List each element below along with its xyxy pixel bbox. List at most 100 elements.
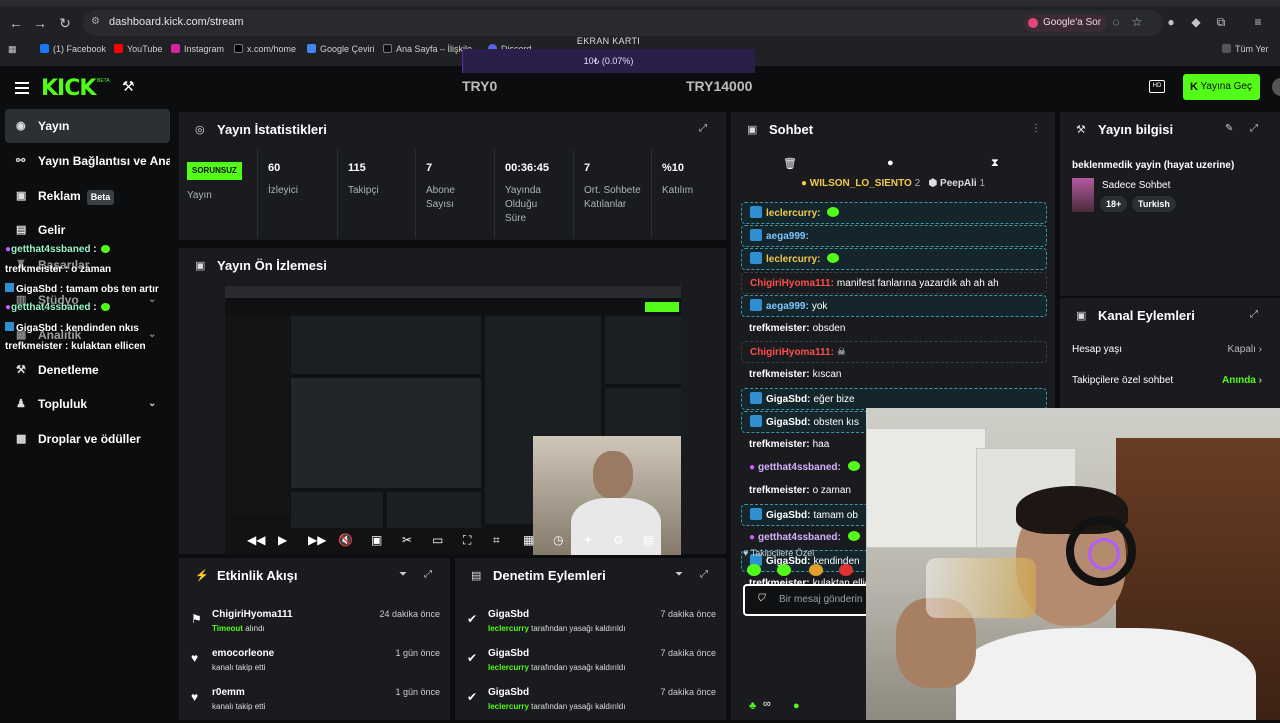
chat-message[interactable]: trefkmeister:obsden [741, 318, 1047, 340]
crop-icon[interactable]: ⌗ [493, 533, 500, 548]
chat-message[interactable]: leclercurry: [741, 248, 1047, 270]
tools-icon[interactable]: ⚒ [122, 78, 135, 95]
go-live-button[interactable]: KYayına Geç [1183, 74, 1260, 100]
rewind-icon[interactable]: ◀◀ [247, 533, 265, 547]
moderation-user[interactable]: GigaSbd [488, 648, 529, 659]
extension-2-icon[interactable]: ◆ [1188, 14, 1204, 30]
url-text[interactable]: dashboard.kick.com/stream [109, 16, 244, 28]
chat-username[interactable]: GigaSbd: [766, 417, 810, 428]
sidebar-item-community[interactable]: ♟Topluluk⌄ [5, 387, 170, 421]
stream-category[interactable]: Sadece Sohbet [1102, 180, 1170, 191]
apps-icon[interactable]: ▦ [8, 44, 17, 55]
sidebar-item-moderation[interactable]: ⚒Denetleme [5, 353, 170, 387]
camera-icon[interactable]: ▣ [371, 533, 382, 547]
user-avatar[interactable] [1272, 78, 1280, 96]
bookmark-instagram[interactable]: Instagram [171, 44, 224, 54]
chat-username[interactable]: aega999: [766, 301, 809, 312]
reload-icon[interactable]: ↻ [55, 13, 75, 33]
filter-icon[interactable]: ⏷ [675, 569, 683, 580]
chat-message[interactable]: ChigiriHyoma111:manifest fanlarına yazar… [741, 272, 1047, 294]
sidebar-item-revenue[interactable]: ▤Gelir [5, 213, 170, 247]
fullscreen-icon[interactable]: ⛶ [463, 533, 471, 548]
bookmark-x[interactable]: x.com/home [234, 44, 296, 54]
expand-icon[interactable]: ⤢ [700, 569, 708, 580]
chat-username[interactable]: leclercurry: [766, 254, 820, 265]
menu-icon[interactable]: ≡ [1250, 14, 1266, 30]
forward-icon[interactable]: ▶▶ [308, 533, 326, 547]
mute-icon[interactable]: 🔇 [338, 533, 353, 547]
chat-username[interactable]: leclercurry: [766, 208, 820, 219]
google-ask-button[interactable]: Google'a Sor [1023, 14, 1107, 32]
settings-icon[interactable]: ⚙ [613, 533, 624, 547]
bookmark-translate[interactable]: Google Çeviri [307, 44, 375, 54]
activity-user[interactable]: emocorleone [212, 648, 274, 659]
forward-icon[interactable]: → [30, 13, 50, 33]
sparkle-icon[interactable]: ✦ [583, 533, 593, 547]
chat-message[interactable]: GigaSbd:eğer bize [741, 388, 1047, 410]
chat-username[interactable]: GigaSbd: [766, 510, 810, 521]
clip-icon[interactable]: ✂ [402, 533, 412, 547]
trash-icon[interactable]: 🗑 [783, 157, 797, 170]
bookmark-home[interactable]: Ana Sayfa – İlişkile [383, 44, 472, 54]
chat-username[interactable]: trefkmeister: [749, 485, 810, 496]
chat-username[interactable]: trefkmeister: [749, 369, 810, 380]
sidebar-item-stream-key[interactable]: ⚯Yayın Bağlantısı ve Anahtarı [5, 144, 170, 178]
hourglass-icon[interactable]: ⧗ [991, 157, 999, 170]
expand-icon[interactable]: ⤢ [424, 569, 432, 580]
chat-message[interactable]: leclercurry: [741, 202, 1047, 224]
chat-message[interactable]: aega999:yok [741, 295, 1047, 317]
chat-username[interactable]: ChigiriHyoma111: [750, 278, 834, 289]
timer-icon[interactable]: ◷ [553, 533, 563, 547]
star-icon[interactable]: ☆ [1129, 14, 1145, 30]
pip-icon[interactable]: ▭ [432, 533, 443, 547]
channel-action-row[interactable]: Takipçilere özel sohbetAnında › [1072, 375, 1262, 395]
emote-icon[interactable] [839, 564, 853, 576]
puzzle-icon[interactable]: ⧉ [1213, 14, 1229, 30]
sidebar-item-yayin[interactable]: ◉Yayın [5, 109, 170, 143]
kick-logo[interactable]: KICK [41, 76, 95, 101]
site-info-icon[interactable]: ⚙ [91, 16, 100, 27]
chat-username[interactable]: trefkmeister: [749, 439, 810, 450]
expand-icon[interactable]: ⤢ [699, 123, 707, 134]
chat-username[interactable]: getthat4ssbaned: [758, 462, 841, 473]
activity-user[interactable]: r0emm [212, 687, 245, 698]
extension-icon[interactable]: ● [1163, 14, 1179, 30]
activity-user[interactable]: ChigiriHyoma111 [212, 609, 293, 620]
filter-icon[interactable]: ⏷ [399, 569, 407, 580]
chat-message[interactable]: trefkmeister:kıscan [741, 364, 1047, 386]
speech-bubble-icon[interactable]: ● [887, 157, 894, 169]
hd-icon[interactable]: HD [1149, 80, 1165, 93]
bookmark-facebook[interactable]: (1) Facebook [40, 44, 106, 54]
more-options-icon[interactable]: ⋮ [1031, 123, 1041, 134]
moderation-user[interactable]: GigaSbd [488, 687, 529, 698]
sidebar-item-drops[interactable]: ▩Droplar ve ödüller [5, 422, 170, 456]
sidebar-item-ads[interactable]: ▣ReklamBeta [5, 179, 170, 213]
all-bookmarks[interactable]: Tüm Yer [1222, 44, 1269, 54]
chat-message[interactable]: aega999: [741, 225, 1047, 247]
chat-username[interactable]: trefkmeister: [749, 323, 810, 334]
moderation-user[interactable]: GigaSbd [488, 609, 529, 620]
chat-username[interactable]: GigaSbd: [766, 394, 810, 405]
hamburger-menu-icon[interactable] [15, 80, 29, 94]
back-icon[interactable]: ← [6, 13, 26, 33]
chat-message[interactable]: ChigiriHyoma111:☠ [741, 341, 1047, 363]
chat-username[interactable]: aega999: [766, 231, 809, 242]
chat-username[interactable]: getthat4ssbaned: [758, 532, 841, 543]
eye-off-icon[interactable]: ◌ [1108, 14, 1124, 30]
address-bar[interactable]: ⚙ dashboard.kick.com/stream [83, 10, 1163, 36]
play-icon[interactable]: ▶ [278, 533, 287, 547]
infinity-icon[interactable]: ∞ [763, 698, 771, 710]
expand-icon[interactable]: ⤢ [1250, 309, 1258, 320]
leaf-icon[interactable]: ♣ [749, 700, 756, 712]
edit-icon[interactable]: ✎ [1225, 123, 1233, 134]
chat-username[interactable]: ChigiriHyoma111: [750, 347, 834, 358]
expand-icon[interactable]: ⤢ [1250, 123, 1258, 134]
emote-icon[interactable] [747, 564, 761, 576]
bookmark-youtube[interactable]: YouTube [114, 44, 162, 54]
kick-coin-icon[interactable]: ● [793, 700, 800, 712]
layout-icon[interactable]: ▦ [523, 533, 534, 547]
emote-icon[interactable] [777, 564, 791, 576]
theater-icon[interactable]: ▤ [643, 533, 654, 547]
channel-action-row[interactable]: Hesap yaşıKapalı › [1072, 344, 1262, 364]
stream-preview-video[interactable]: ◀◀ ▶ ▶▶ 🔇 ▣ ✂ ▭ ⛶ ⌗ ▦ ◷ ✦ ⚙ ▤ [225, 286, 681, 555]
